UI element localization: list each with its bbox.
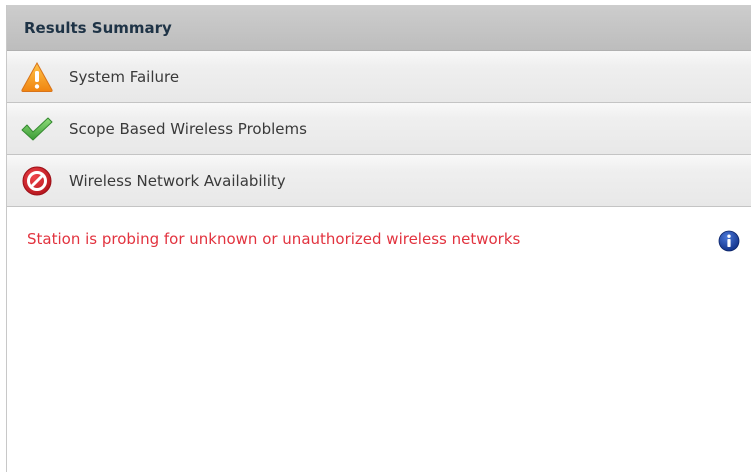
result-row-wireless-network-availability[interactable]: Wireless Network Availability [7,155,751,207]
result-label: Scope Based Wireless Problems [69,119,307,138]
result-label: Wireless Network Availability [69,171,286,190]
panel-header: Results Summary [7,5,751,51]
check-icon [17,113,57,145]
prohibited-icon [17,165,57,197]
results-summary-panel: Results Summary System Failure Scope Bas… [6,5,751,472]
result-row-scope-based-wireless-problems[interactable]: Scope Based Wireless Problems [7,103,751,155]
panel-title: Results Summary [24,18,172,37]
result-message: Station is probing for unknown or unauth… [27,230,521,248]
warning-icon [17,61,57,93]
info-icon[interactable] [718,230,740,252]
result-label: System Failure [69,67,180,86]
result-row-system-failure[interactable]: System Failure [7,51,751,103]
